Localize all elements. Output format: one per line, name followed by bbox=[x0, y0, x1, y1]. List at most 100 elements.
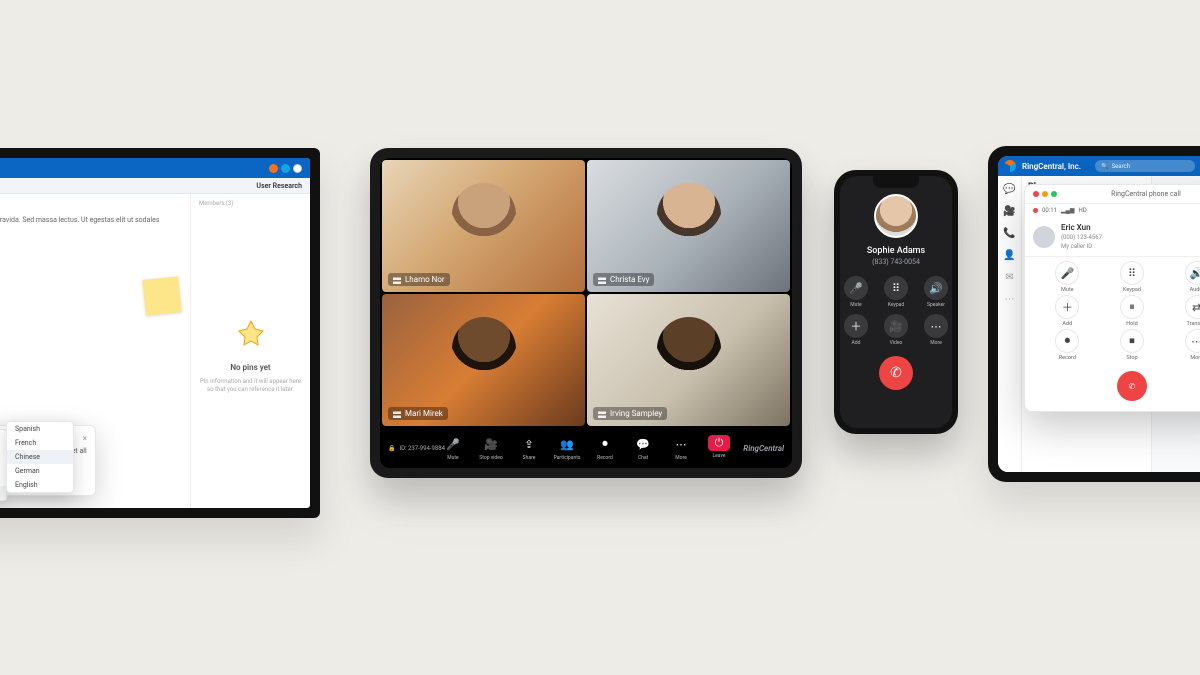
participant-tile[interactable]: Christa Evy bbox=[587, 160, 790, 292]
more-icon: ⋯ bbox=[1185, 329, 1200, 353]
brand-label: RingCentral bbox=[743, 444, 784, 453]
laptop-screen: , Inc. ↺ → ALL UNREAD ⋯ User Research Me… bbox=[0, 158, 310, 508]
nav-video-icon[interactable]: 🎥 bbox=[1003, 204, 1017, 218]
hangup-icon: ✆ bbox=[890, 365, 902, 381]
keypad-icon: ⠿ bbox=[884, 276, 908, 300]
lang-spanish[interactable]: Spanish bbox=[7, 422, 73, 436]
pins-panel: Members (3) No pins yet Pin information … bbox=[190, 194, 310, 508]
add-button[interactable]: ＋Add bbox=[1035, 295, 1100, 327]
end-call-button[interactable]: ✆ bbox=[1117, 371, 1147, 401]
speaker-icon: 🔊 bbox=[924, 276, 948, 300]
mute-button[interactable]: 🎤Mute bbox=[437, 435, 469, 461]
video-button[interactable]: 🎥Stop video bbox=[475, 435, 507, 461]
hd-badge: HD bbox=[1078, 207, 1086, 214]
sticky-note[interactable] bbox=[142, 276, 182, 316]
app-titlebar: RingCentral, Inc. 🔍Search bbox=[998, 156, 1200, 176]
more-button[interactable]: ⋯More bbox=[1164, 329, 1200, 361]
keypad-icon: ⠿ bbox=[1120, 261, 1144, 285]
transfer-icon: ⇄ bbox=[1185, 295, 1200, 319]
participant-grid: Lhamo Nor Christa Evy Mari Mirek Irving … bbox=[380, 158, 792, 428]
phone-notch bbox=[873, 176, 919, 188]
channel-name: User Research bbox=[256, 182, 302, 190]
camera-icon: 🎥 bbox=[482, 435, 500, 453]
brand-title: RingCentral, Inc. bbox=[1022, 162, 1081, 171]
laptop-device: , Inc. ↺ → ALL UNREAD ⋯ User Research Me… bbox=[0, 148, 320, 518]
presence-dot bbox=[293, 164, 302, 173]
mute-button[interactable]: 🎤Mute bbox=[1035, 261, 1100, 293]
participant-tile[interactable]: Mari Mirek bbox=[382, 294, 585, 426]
brand-logo-icon bbox=[1004, 160, 1016, 172]
nav-rail: 💬 🎥 📞 👤 ✉ ⋯ bbox=[998, 176, 1022, 472]
participant-tile[interactable]: Lhamo Nor bbox=[382, 160, 585, 292]
video-button[interactable]: 🎥Video bbox=[881, 314, 911, 346]
signal-icon bbox=[393, 276, 401, 284]
speaker-button[interactable]: 🔊Speaker bbox=[921, 276, 951, 308]
lang-german[interactable]: German bbox=[7, 464, 73, 478]
end-call-button[interactable]: ✆ bbox=[879, 356, 913, 390]
tablet-screen: RingCentral, Inc. 🔍Search 💬 🎥 📞 👤 ✉ ⋯ Ph… bbox=[998, 156, 1200, 472]
participant-tile[interactable]: Irving Sampley bbox=[587, 294, 790, 426]
signal-icon bbox=[598, 410, 606, 418]
record-button[interactable]: ⏺Record bbox=[1035, 329, 1100, 361]
call-window: RingCentral phone call 00:11 ▂▄▆ HD Eric… bbox=[1024, 184, 1200, 412]
no-pins-subtitle: Pin information and it will appear here … bbox=[199, 378, 302, 394]
chat-button[interactable]: 💬Chat bbox=[627, 435, 659, 461]
tablet-phone-device: RingCentral, Inc. 🔍Search 💬 🎥 📞 👤 ✉ ⋯ Ph… bbox=[988, 146, 1200, 482]
mute-button[interactable]: 🎤Mute bbox=[841, 276, 871, 308]
caller-avatar bbox=[874, 194, 918, 238]
nav-more-icon[interactable]: ⋯ bbox=[1003, 292, 1017, 306]
participant-name: Christa Evy bbox=[610, 275, 649, 284]
tablet-video-device: Lhamo Nor Christa Evy Mari Mirek Irving … bbox=[370, 148, 802, 478]
presence-dot bbox=[281, 164, 290, 173]
more-icon: ⋯ bbox=[924, 314, 948, 338]
mic-icon: 🎤 bbox=[844, 276, 868, 300]
participants-button[interactable]: 👥Participants bbox=[551, 435, 583, 461]
lang-french[interactable]: French bbox=[7, 436, 73, 450]
members-label: Members (3) bbox=[199, 200, 233, 207]
participant-name: Mari Mirek bbox=[405, 409, 443, 418]
participant-name: Irving Sampley bbox=[610, 409, 662, 418]
pin-icon bbox=[231, 315, 271, 355]
meeting-toolbar: 🔒ID: 237-994-9884 🎤Mute 🎥Stop video ⇪Sha… bbox=[380, 428, 792, 468]
add-button[interactable]: ＋Add bbox=[841, 314, 871, 346]
more-icon: ⋯ bbox=[672, 435, 690, 453]
stop-button[interactable]: ⏹Stop bbox=[1100, 329, 1165, 361]
record-indicator-icon bbox=[1033, 208, 1038, 213]
plus-icon: ＋ bbox=[844, 314, 868, 338]
caller-number: (833) 743-0054 bbox=[872, 258, 920, 266]
phone-screen: Sophie Adams (833) 743-0054 🎤Mute ⠿Keypa… bbox=[840, 176, 952, 428]
video-screen: Lhamo Nor Christa Evy Mari Mirek Irving … bbox=[380, 158, 792, 468]
leave-button[interactable]: ⏻Leave bbox=[703, 435, 735, 461]
callee-name: Eric Xun bbox=[1061, 223, 1091, 232]
signal-icon bbox=[393, 410, 401, 418]
nav-text-icon[interactable]: ✉ bbox=[1003, 270, 1017, 284]
search-placeholder: Search bbox=[1112, 163, 1130, 170]
call-window-title: RingCentral phone call bbox=[1061, 190, 1200, 198]
pause-icon: ⏸ bbox=[1120, 295, 1144, 319]
laptop-titlebar: , Inc. bbox=[0, 158, 310, 178]
keypad-button[interactable]: ⠿Keypad bbox=[881, 276, 911, 308]
nav-contacts-icon[interactable]: 👤 bbox=[1003, 248, 1017, 262]
lang-english[interactable]: English bbox=[7, 478, 73, 492]
keypad-button[interactable]: ⠿Keypad bbox=[1100, 261, 1165, 293]
more-button[interactable]: ⋯More bbox=[921, 314, 951, 346]
nav-phone-icon[interactable]: 📞 bbox=[1003, 226, 1017, 240]
audio-button[interactable]: 🔊Audio bbox=[1164, 261, 1200, 293]
call-controls: 🎤Mute ⠿Keypad 🔊Audio ＋Add ⏸Hold ⇄Transfe… bbox=[1025, 257, 1200, 367]
share-button[interactable]: ⇪Share bbox=[513, 435, 545, 461]
transfer-button[interactable]: ⇄Transfer bbox=[1164, 295, 1200, 327]
more-button[interactable]: ⋯More bbox=[665, 435, 697, 461]
hold-button[interactable]: ⏸Hold bbox=[1100, 295, 1165, 327]
mic-icon: 🎤 bbox=[1055, 261, 1079, 285]
search-input[interactable]: 🔍Search bbox=[1095, 160, 1195, 172]
speaker-icon: 🔊 bbox=[1185, 261, 1200, 285]
close-icon[interactable]: × bbox=[83, 434, 87, 443]
caller-name: Sophie Adams bbox=[867, 246, 925, 256]
lang-chinese[interactable]: Chinese bbox=[7, 450, 73, 464]
call-timer: 00:11 bbox=[1042, 207, 1057, 214]
record-button[interactable]: ⏺Record bbox=[589, 435, 621, 461]
mic-icon: 🎤 bbox=[444, 435, 462, 453]
traffic-lights[interactable] bbox=[1033, 191, 1057, 197]
nav-message-icon[interactable]: 💬 bbox=[1003, 182, 1017, 196]
record-icon: ⏺ bbox=[596, 435, 614, 453]
